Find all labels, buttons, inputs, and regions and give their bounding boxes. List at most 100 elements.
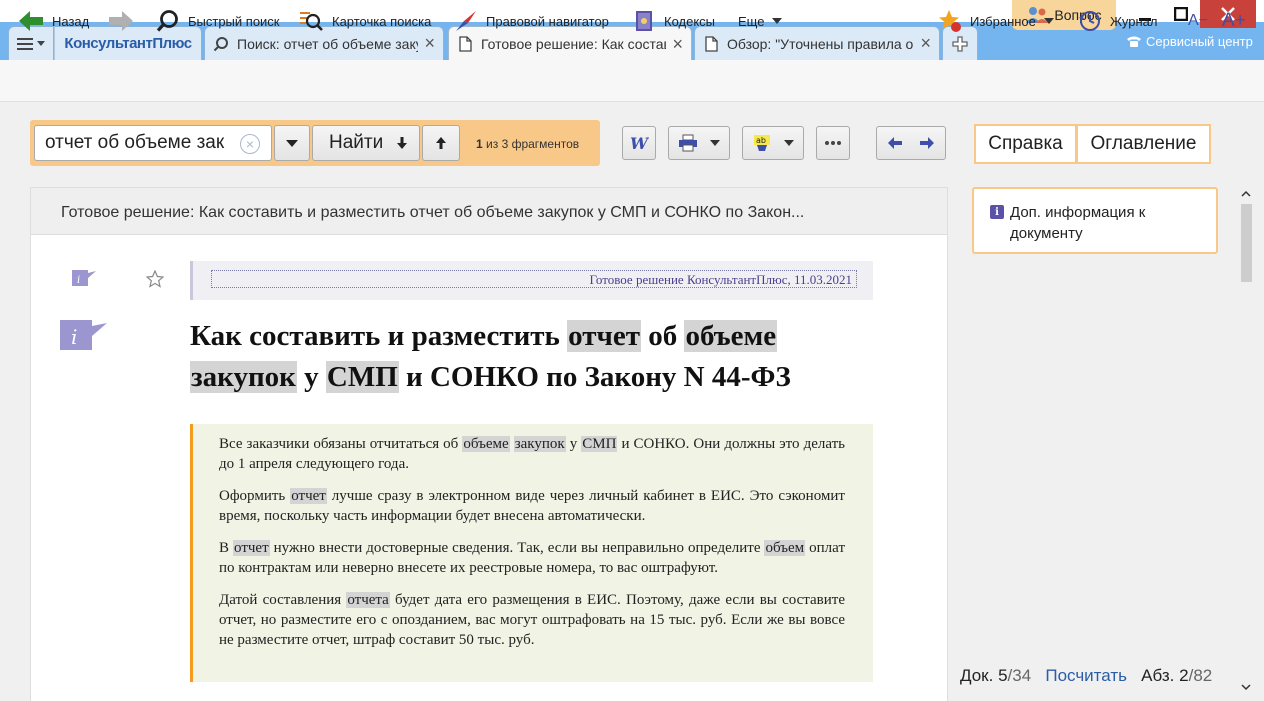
star-icon	[939, 10, 961, 32]
quick-search-label: Быстрый поиск	[188, 13, 280, 29]
source-reference[interactable]: Готовое решение КонсультантПлюс, 11.03.2…	[211, 270, 857, 288]
search-hit: отчет	[233, 540, 270, 556]
extra-info-panel[interactable]: i Доп. информация к документу	[972, 187, 1218, 254]
chevron-down-icon[interactable]	[1241, 684, 1251, 691]
paragraph-current: 2	[1179, 666, 1189, 685]
more-menu[interactable]: Еще	[738, 0, 783, 42]
status-bar: Док. 5/34 Посчитать Абз. 2/82	[960, 666, 1212, 686]
fragment-text: из 3 фрагментов	[486, 137, 580, 151]
back-button[interactable]: Назад	[18, 0, 89, 42]
info-note-icon[interactable]: i	[72, 270, 96, 288]
doc-navigation-buttons[interactable]	[876, 126, 946, 160]
forward-button[interactable]	[108, 0, 134, 42]
chevron-down-icon	[710, 140, 720, 146]
fragment-counter: 1 из 3 фрагментов	[476, 137, 579, 151]
search-card-button[interactable]: Карточка поиска	[298, 0, 431, 42]
find-next-button[interactable]: Найти	[312, 125, 420, 161]
bookmark-star-icon[interactable]	[146, 270, 164, 288]
text: Все заказчики обязаны отчитаться об	[219, 436, 463, 452]
print-button[interactable]	[668, 126, 730, 160]
extra-info-label: Доп. информация к документу	[1010, 204, 1146, 242]
search-hit: отчета	[346, 592, 390, 608]
search-card-label: Карточка поиска	[332, 13, 432, 29]
help-label: Справка	[988, 133, 1063, 154]
codes-label: Кодексы	[664, 13, 716, 29]
favorites-menu[interactable]: Избранное	[938, 0, 1054, 42]
summary-paragraph: Все заказчики обязаны отчитаться об объе…	[219, 434, 845, 474]
heading-text: и СОНКО по Закону N 44-ФЗ	[398, 361, 791, 393]
text: нужно внести достоверные сведения. Так, …	[269, 540, 765, 556]
search-hit: отчет	[567, 320, 641, 352]
text: Оформить	[219, 488, 291, 504]
more-label: Еще	[738, 13, 765, 29]
summary-paragraph: Датой составления отчета будет дата его …	[219, 590, 845, 650]
codes-button[interactable]: Кодексы	[634, 0, 715, 42]
chevron-down-icon	[286, 139, 298, 147]
arrow-down-icon	[397, 137, 408, 149]
legal-navigator-button[interactable]: Правовой навигатор	[454, 0, 609, 42]
ellipsis-icon	[825, 141, 841, 145]
text: у	[565, 436, 582, 452]
summary-paragraph: Оформить отчет лучше сразу в электронном…	[219, 486, 845, 526]
font-bigger-label: A+	[1222, 10, 1246, 31]
search-hit: объеме	[684, 320, 778, 352]
chevron-down-icon	[1043, 18, 1054, 24]
arrow-left-icon[interactable]	[888, 137, 902, 149]
font-smaller-button[interactable]: A−	[1188, 0, 1208, 42]
close-icon[interactable]: ×	[920, 33, 931, 54]
paragraph-label: Абз.	[1141, 666, 1175, 685]
svg-text:i: i	[77, 275, 80, 286]
journal-button[interactable]: Журнал	[1078, 0, 1157, 42]
doc-label: Док.	[960, 666, 994, 685]
find-previous-button[interactable]	[422, 125, 460, 161]
magnifier-icon	[156, 10, 178, 32]
find-label: Найти	[329, 132, 384, 153]
search-hit: СМП	[325, 361, 399, 393]
tab-help[interactable]: Справка	[974, 124, 1077, 164]
history-clock-icon	[1079, 11, 1100, 31]
search-history-dropdown[interactable]	[274, 125, 310, 161]
printer-icon	[679, 134, 697, 152]
export-word-button[interactable]: W	[622, 126, 656, 160]
more-actions-button[interactable]	[816, 126, 850, 160]
highlight-button[interactable]: ab	[742, 126, 804, 160]
document-search-input[interactable]	[34, 125, 272, 161]
scrollbar-thumb[interactable]	[1241, 204, 1252, 282]
navigator-icon	[456, 11, 476, 31]
font-smaller-label: A−	[1188, 12, 1209, 29]
search-hit: объеме	[462, 436, 510, 452]
search-hit: отчет	[290, 488, 327, 504]
info-icon: i	[990, 205, 1004, 219]
arrow-right-icon[interactable]	[920, 137, 934, 149]
chevron-up-icon[interactable]	[1241, 190, 1251, 197]
svg-text:W: W	[630, 135, 649, 151]
contents-label: Оглавление	[1090, 133, 1197, 154]
font-bigger-button[interactable]: A+	[1222, 0, 1246, 42]
search-hit: объем	[764, 540, 806, 556]
search-hit: СМП	[581, 436, 618, 452]
paragraph-total: /82	[1188, 666, 1213, 685]
tab-review[interactable]: Обзор: "Уточнены правила оп ×	[694, 26, 940, 60]
word-icon: W	[630, 135, 649, 151]
favorites-label: Избранное	[970, 13, 1036, 29]
chevron-down-icon	[784, 140, 794, 146]
arrow-left-icon	[19, 11, 43, 31]
text: В	[219, 540, 234, 556]
doc-total: /34	[1007, 666, 1032, 685]
journal-label: Журнал	[1110, 13, 1158, 29]
quick-search-button[interactable]: Быстрый поиск	[156, 0, 280, 42]
count-link[interactable]: Посчитать	[1045, 666, 1127, 685]
clear-search-icon[interactable]: ×	[240, 134, 260, 154]
arrow-right-icon	[109, 11, 133, 31]
arrow-up-icon	[436, 137, 446, 149]
info-large-icon[interactable]: i	[60, 320, 108, 352]
summary-block: Все заказчики обязаны отчитаться об объе…	[190, 424, 873, 682]
main-toolbar	[0, 60, 1264, 102]
doc-current: 5	[998, 666, 1008, 685]
legal-navigator-label: Правовой навигатор	[486, 13, 609, 29]
svg-text:ab: ab	[756, 136, 766, 145]
codes-book-icon	[636, 11, 652, 31]
heading-text: у	[296, 361, 326, 393]
tab-contents[interactable]: Оглавление	[1076, 124, 1211, 164]
maximize-icon	[1174, 7, 1188, 21]
